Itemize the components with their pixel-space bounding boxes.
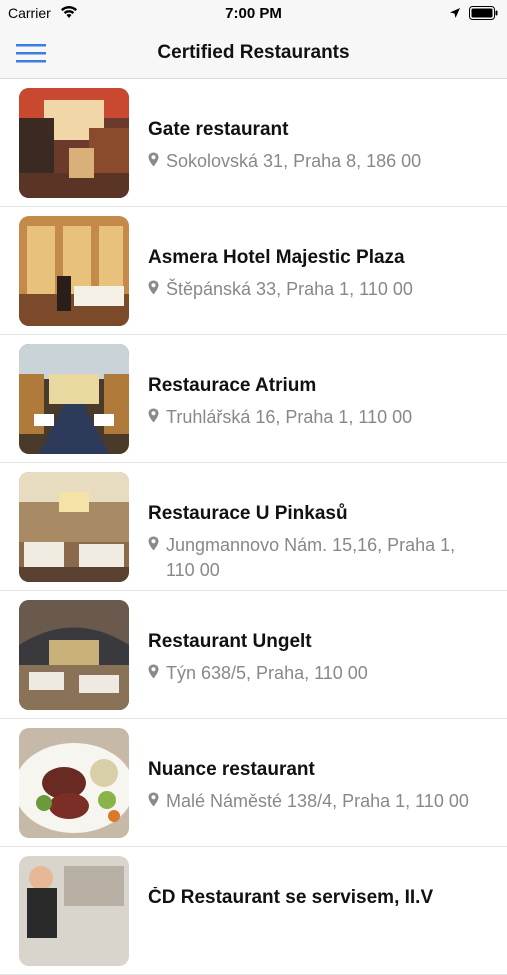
restaurant-list: Gate restaurant Sokolovská 31, Praha 8, … [0, 79, 507, 975]
restaurant-row-u-pinkasu[interactable]: Restaurace U Pinkasů Jungmannovo Nám. 15… [0, 463, 507, 591]
navigation-bar: Certified Restaurants [0, 28, 507, 79]
battery-icon [469, 6, 498, 20]
location-pin-icon [148, 280, 159, 295]
location-pin-icon [148, 408, 159, 423]
restaurant-row-cd-restaurant[interactable]: ČD Restaurant se servisem, II.V [0, 847, 507, 975]
location-pin-icon [148, 792, 159, 807]
restaurant-row-nuance[interactable]: Nuance restaurant Malé Náměsté 138/4, Pr… [0, 719, 507, 847]
restaurant-name: Restaurant Ungelt [148, 631, 312, 652]
restaurant-address: Týn 638/5, Praha, 110 00 [148, 661, 488, 686]
restaurant-name: Restaurace U Pinkasů [148, 503, 348, 524]
location-arrow-icon [450, 8, 460, 18]
restaurant-name: ČD Restaurant se servisem, II.V [148, 887, 434, 908]
restaurant-photo [19, 216, 129, 326]
status-bar: Carrier 7:00 PM [0, 0, 507, 28]
restaurant-row-atrium[interactable]: Restaurace Atrium Truhlářská 16, Praha 1… [0, 335, 507, 463]
restaurant-address-text: Malé Náměsté 138/4, Praha 1, 110 00 [166, 791, 469, 811]
restaurant-address-text: Sokolovská 31, Praha 8, 186 00 [166, 151, 422, 171]
restaurant-photo [19, 728, 129, 838]
restaurant-address: Jungmannovo Nám. 15,16, Praha 1, 110 00 [148, 533, 488, 583]
restaurant-photo [19, 88, 129, 198]
restaurant-address: Sokolovská 31, Praha 8, 186 00 [148, 149, 488, 174]
restaurant-photo [19, 472, 129, 582]
page-title: Certified Restaurants [157, 42, 350, 63]
restaurant-row-asmera[interactable]: Asmera Hotel Majestic Plaza Štěpánská 33… [0, 207, 507, 335]
restaurant-name: Asmera Hotel Majestic Plaza [148, 247, 405, 268]
restaurant-name: Gate restaurant [148, 119, 289, 140]
restaurant-address-text: Štěpánská 33, Praha 1, 110 00 [166, 279, 413, 299]
restaurant-address-text: Jungmannovo Nám. 15,16, Praha 1, 110 00 [166, 535, 456, 580]
restaurant-address: Truhlářská 16, Praha 1, 110 00 [148, 405, 488, 430]
location-pin-icon [148, 152, 159, 167]
restaurant-photo [19, 600, 129, 710]
restaurant-name: Restaurace Atrium [148, 375, 317, 396]
restaurant-address: Malé Náměsté 138/4, Praha 1, 110 00 [148, 789, 488, 814]
restaurant-address: Štěpánská 33, Praha 1, 110 00 [148, 277, 488, 302]
restaurant-photo [19, 856, 129, 966]
restaurant-address-text: Truhlářská 16, Praha 1, 110 00 [166, 407, 413, 427]
restaurant-address-text: Týn 638/5, Praha, 110 00 [166, 663, 368, 683]
location-pin-icon [148, 536, 159, 551]
restaurant-name: Nuance restaurant [148, 759, 315, 780]
location-pin-icon [148, 664, 159, 679]
restaurant-row-ungelt[interactable]: Restaurant Ungelt Týn 638/5, Praha, 110 … [0, 591, 507, 719]
clock: 7:00 PM [225, 5, 282, 22]
restaurant-row-gate[interactable]: Gate restaurant Sokolovská 31, Praha 8, … [0, 79, 507, 207]
restaurant-photo [19, 344, 129, 454]
